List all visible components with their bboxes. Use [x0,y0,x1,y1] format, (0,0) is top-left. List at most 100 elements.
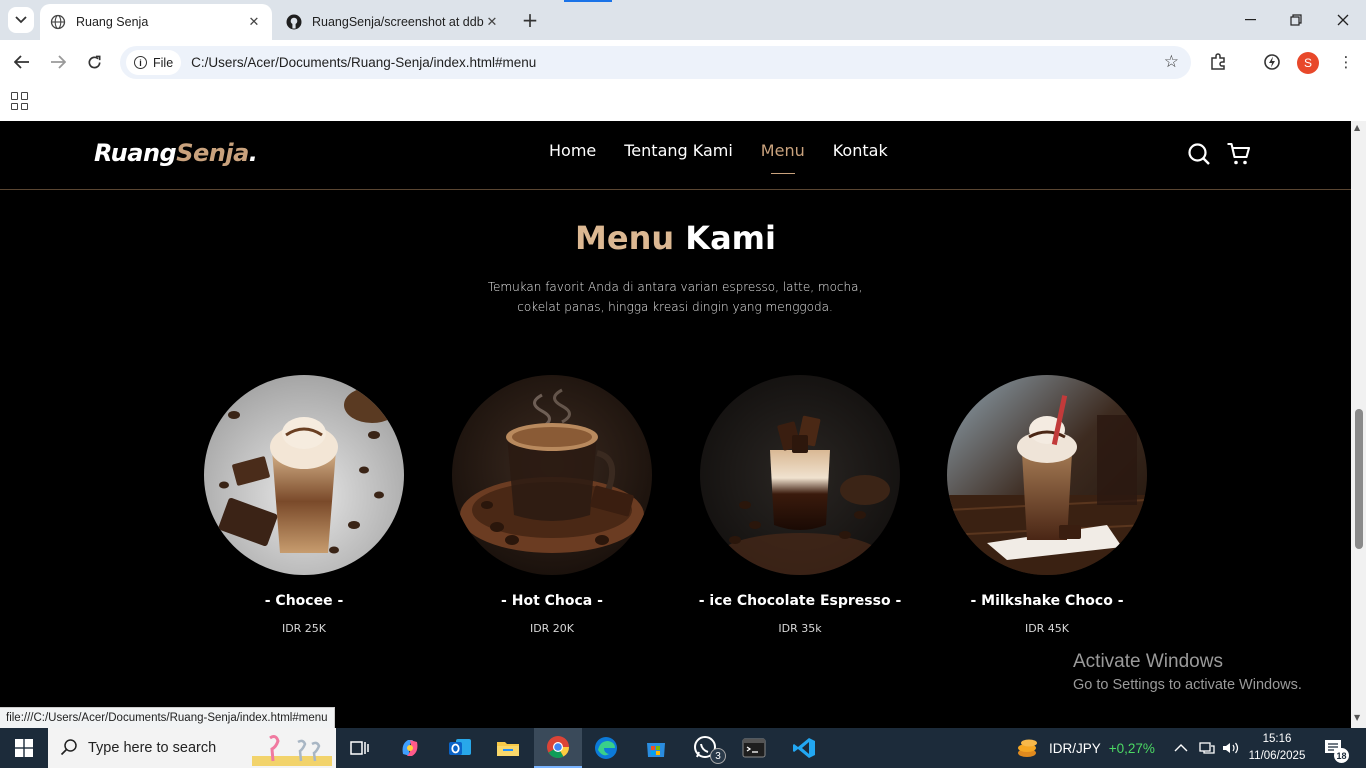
close-tab-icon[interactable]: ✕ [484,14,500,30]
ticker-change: +0,27% [1108,740,1155,756]
scheme-label: File [153,55,174,70]
logo-part2: Senja [176,139,249,167]
forward-icon[interactable] [46,50,70,74]
vscode-icon[interactable] [780,728,828,768]
clock-time: 15:16 [1262,733,1292,745]
whatsapp-badge: 3 [710,748,726,764]
tab-ruang-senja[interactable]: Ruang Senja ✕ [40,4,272,40]
tab-title: Ruang Senja [76,15,149,29]
menu-card[interactable]: - Chocee - IDR 25K [180,375,428,635]
notification-count: 18 [1334,748,1349,763]
tab-indicator [564,0,612,2]
volume-icon[interactable] [1222,728,1240,768]
menu-image-chocee [204,375,404,575]
desc-line-2: cokelat panas, hingga kreasi dingin yang… [517,300,833,314]
whatsapp-icon[interactable]: 3 [682,728,730,768]
bookmark-star-icon[interactable]: ☆ [1164,52,1179,72]
windows-taskbar: Type here to search 3 IDR/JPY +0,27% 15:… [0,728,1366,768]
profile-avatar[interactable]: S [1297,52,1319,74]
windows-start-icon[interactable] [0,728,48,768]
menu-item-price: IDR 35k [778,622,822,635]
address-bar[interactable]: i File C:/Users/Acer/Documents/Ruang-Sen… [120,46,1191,79]
system-clock[interactable]: 15:16 11/06/2025 [1244,731,1310,765]
menu-item-price: IDR 45K [1024,622,1070,635]
show-hidden-icons-chevron-icon[interactable] [1174,728,1188,768]
logo-part1: Ruang [94,139,177,167]
bookmarks-bar [0,84,1366,121]
menu-item-name: - Milkshake Choco - [970,593,1124,609]
back-icon[interactable] [10,50,34,74]
apps-grid-icon[interactable] [11,92,29,110]
watermark-line-2: Go to Settings to activate Windows. [1073,677,1302,693]
menu-item-name: - ice Chocolate Espresso - [698,593,902,609]
title-accent: Menu [575,219,675,257]
copilot-icon[interactable] [386,728,434,768]
globe-icon [50,14,66,30]
taskbar-search-input[interactable]: Type here to search [48,728,336,768]
search-icon[interactable] [1186,141,1212,167]
menu-item-price: IDR 20K [529,622,575,635]
tab-search-button[interactable] [8,7,34,33]
file-explorer-icon[interactable] [484,728,532,768]
site-logo[interactable]: RuangSenja. [94,139,258,167]
watermark-line-1: Activate Windows [1073,651,1223,672]
edge-icon[interactable] [582,728,630,768]
menu-card[interactable]: - Hot Choca - IDR 20K [428,375,676,635]
menu-card[interactable]: - Milkshake Choco - IDR 45K [923,375,1171,635]
section-title: Menu Kami [0,219,1351,257]
clock-date: 11/06/2025 [1248,750,1306,762]
chevron-down-icon [15,16,27,24]
desc-line-1: Temukan favorit Anda di antara varian es… [487,280,863,294]
task-view-icon[interactable] [336,728,384,768]
menu-image-milkshake-choco [947,375,1147,575]
restore-icon[interactable] [1273,0,1319,40]
menu-item-name: - Hot Choca - [501,593,603,609]
nav-menu[interactable]: Menu [761,141,805,174]
extensions-icon[interactable] [1206,50,1230,74]
url-text: C:/Users/Acer/Documents/Ruang-Senja/inde… [191,55,537,70]
outlook-icon[interactable] [436,728,484,768]
logo-dot: . [248,139,258,167]
scroll-up-icon[interactable]: ▲ [1354,123,1360,132]
ticker-widget[interactable]: IDR/JPY +0,27% [1015,728,1155,768]
performance-icon[interactable] [1260,50,1284,74]
search-icon [60,739,77,756]
browser-toolbar: i File C:/Users/Acer/Documents/Ruang-Sen… [0,40,1366,84]
browser-tab-strip: Ruang Senja ✕ RuangSenja/screenshot at d… [0,0,1366,40]
status-bar-url: file:///C:/Users/Acer/Documents/Ruang-Se… [0,707,335,728]
menu-image-ice-chocolate-espresso [700,375,900,575]
close-window-icon[interactable] [1320,0,1366,40]
info-icon: i [134,56,147,69]
terminal-icon[interactable] [730,728,778,768]
chrome-icon[interactable] [534,728,582,768]
menu-item-name: - Chocee - [264,593,344,609]
nav-tentang-kami[interactable]: Tentang Kami [624,141,733,160]
scroll-thumb[interactable] [1355,409,1363,549]
shopping-cart-icon[interactable] [1226,141,1252,167]
tab-github-screenshot[interactable]: RuangSenja/screenshot at ddb3 ✕ [276,4,510,40]
flamingo-decoration-icon [252,735,332,766]
nav-links: Home Tentang Kami Menu Kontak [549,141,916,174]
more-menu-icon[interactable]: ⋮ [1334,50,1358,74]
search-placeholder: Type here to search [88,740,217,756]
nav-home[interactable]: Home [549,141,596,160]
network-icon[interactable] [1199,728,1215,768]
scroll-down-icon[interactable]: ▼ [1354,713,1360,722]
minimize-icon[interactable] [1227,0,1273,40]
tab-title: RuangSenja/screenshot at ddb3 [312,15,484,29]
page-scrollbar[interactable]: ▲ ▼ [1351,121,1366,728]
menu-card[interactable]: - ice Chocolate Espresso - IDR 35k [676,375,924,635]
menu-image-hot-choca [452,375,652,575]
site-info-chip[interactable]: i File [126,50,182,75]
web-page: RuangSenja. Home Tentang Kami Menu Konta… [0,121,1351,728]
new-tab-button[interactable]: + [518,8,542,32]
ticker-label: IDR/JPY [1049,740,1101,756]
activate-windows-watermark: Activate Windows Go to Settings to activ… [1073,651,1302,693]
site-navbar: RuangSenja. Home Tentang Kami Menu Konta… [0,121,1351,190]
notification-center-icon[interactable]: 18 [1324,728,1349,768]
microsoft-store-icon[interactable] [632,728,680,768]
nav-kontak[interactable]: Kontak [833,141,888,160]
close-tab-icon[interactable]: ✕ [246,14,262,30]
coins-icon [1018,739,1037,757]
reload-icon[interactable] [82,50,106,74]
